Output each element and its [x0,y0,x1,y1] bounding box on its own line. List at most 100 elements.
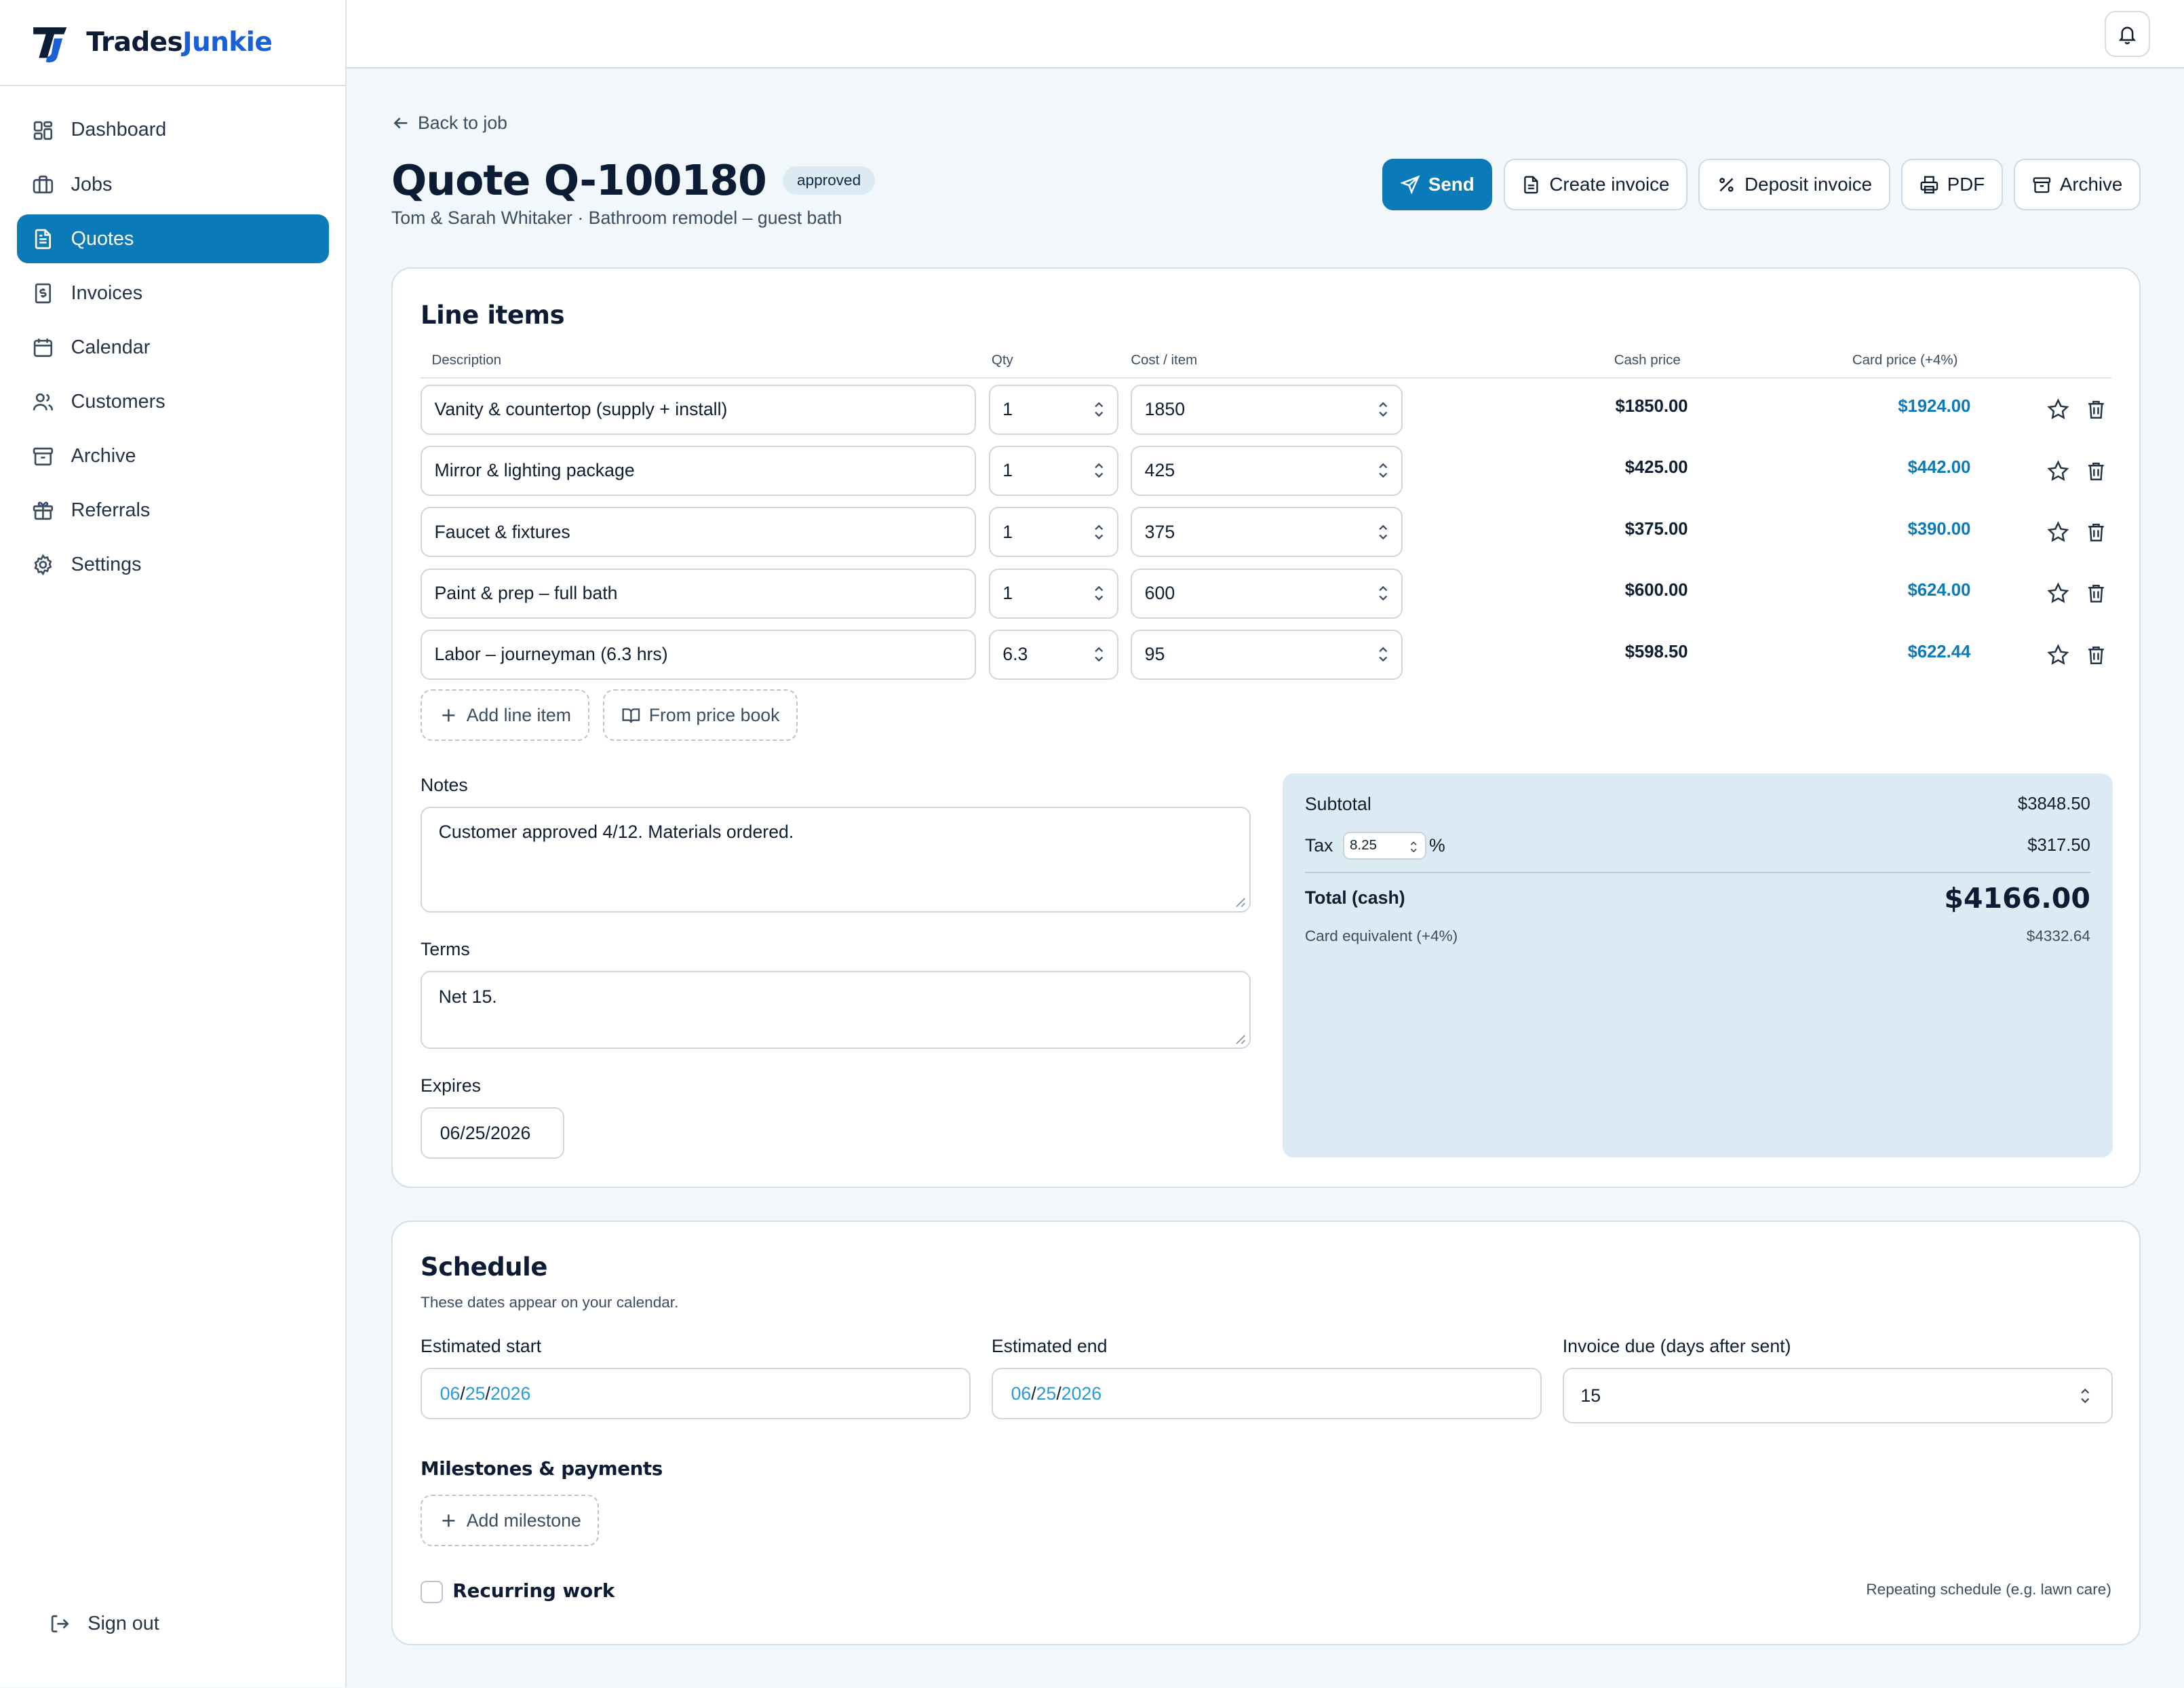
star-icon[interactable] [2047,521,2069,543]
cost-input[interactable]: 600 [1131,568,1403,619]
qty-input[interactable]: 1 [988,568,1118,619]
trash-icon[interactable] [2085,644,2107,666]
sidebar-item-invoices[interactable]: Invoices [17,269,329,318]
bell-icon [2118,26,2137,45]
spinner-icon [1378,463,1387,478]
from-price-book-button[interactable]: From price book [603,689,798,742]
sidebar-item-label: Invoices [71,282,143,304]
sidebar-item-label: Archive [71,444,136,467]
trash-icon[interactable] [2085,582,2107,605]
sidebar-item-dashboard[interactable]: Dashboard [17,106,329,155]
plus-icon [442,1514,455,1527]
qty-value: 1 [1002,583,1013,604]
notes-textarea[interactable]: Customer approved 4/12. Materials ordere… [421,806,1251,913]
action-toolbar: Send Create invoice Deposit invoice PDF … [1382,159,2141,211]
cost-input[interactable]: 375 [1131,507,1403,558]
add-line-label: Add line item [466,704,571,725]
sidebar-item-label: Referrals [71,499,151,521]
trash-icon[interactable] [2085,521,2107,543]
brand[interactable]: TradesJunkie [0,0,346,87]
deposit-invoice-button[interactable]: Deposit invoice [1698,159,1890,211]
expires-date-input[interactable]: 06/25/2026 [421,1107,564,1159]
qty-input[interactable]: 6.3 [988,630,1118,680]
back-to-job-link[interactable]: Back to job [391,113,507,134]
sidebar-item-referrals[interactable]: Referrals [17,486,329,535]
sign-out-button[interactable]: Sign out [33,1599,347,1648]
spinner-icon [1378,402,1387,417]
grid-icon [33,121,53,140]
estimated-start-input[interactable]: 06/25/2026 [421,1368,971,1420]
pdf-button[interactable]: PDF [1901,159,2003,211]
sidebar-item-label: Calendar [71,336,151,358]
add-milestone-button[interactable]: Add milestone [421,1495,600,1547]
resize-handle-icon[interactable] [1235,897,1246,908]
spinner-icon [1095,524,1103,540]
back-label: Back to job [417,113,507,134]
star-icon[interactable] [2047,459,2069,482]
qty-value: 1 [1002,460,1013,481]
qty-input[interactable]: 1 [988,445,1118,496]
description-input[interactable]: Mirror & lighting package [421,445,977,496]
spinner-icon [1095,647,1103,662]
add-line-item-button[interactable]: Add line item [421,689,589,742]
price-book-label: From price book [648,704,780,725]
total-row: Total (cash) $4166.00 [1305,882,2090,915]
date-month: 06 [1011,1383,1032,1404]
qty-input[interactable]: 1 [988,384,1118,435]
sidebar-item-settings[interactable]: Settings [17,541,329,590]
sidebar-item-label: Customers [71,390,165,413]
arrow-left-icon [393,117,408,129]
sidebar-item-customers[interactable]: Customers [17,377,329,426]
spinner-icon [1411,841,1417,853]
estimated-end-input[interactable]: 06/25/2026 [991,1368,1542,1420]
cost-input[interactable]: 95 [1131,630,1403,680]
cash-price: $375.00 [1624,519,1688,539]
title-row: Quote Q-100180 approved [391,156,875,205]
description-input[interactable]: Faucet & fixtures [421,507,977,558]
description-input[interactable]: Vanity & countertop (supply + install) [421,384,977,435]
card-equivalent-value: $4332.64 [2026,927,2090,945]
star-icon[interactable] [2047,643,2069,666]
cash-price: $600.00 [1624,581,1688,600]
col-card-price: Card price (+4%) [1852,352,1958,368]
sidebar-item-quotes[interactable]: Quotes [16,214,329,264]
create-invoice-label: Create invoice [1549,174,1670,195]
star-icon[interactable] [2047,398,2069,421]
archive-button[interactable]: Archive [2014,159,2141,211]
col-cost: Cost / item [1131,352,1198,368]
date-month: 06 [440,1122,461,1143]
recurring-checkbox[interactable] [421,1581,443,1604]
date-year: 2026 [490,1383,531,1404]
spinner-icon [2080,1388,2089,1404]
cost-input[interactable]: 1850 [1131,384,1403,435]
star-icon[interactable] [2047,582,2069,605]
qty-value: 6.3 [1002,644,1028,665]
description-input[interactable]: Labor – journeyman (6.3 hrs) [421,630,977,680]
sidebar-item-jobs[interactable]: Jobs [17,160,329,209]
notifications-button[interactable] [2104,11,2151,58]
terms-textarea[interactable]: Net 15. [421,971,1251,1050]
qty-input[interactable]: 1 [988,507,1118,558]
resize-handle-icon[interactable] [1235,1034,1246,1045]
line-items-card: Line items Description Qty Cost / item C… [391,267,2141,1189]
cost-input[interactable]: 425 [1131,445,1403,496]
schedule-card: Schedule These dates appear on your cale… [391,1220,2141,1645]
trash-icon[interactable] [2085,398,2107,421]
sidebar-item-calendar[interactable]: Calendar [17,323,329,372]
description-input[interactable]: Paint & prep – full bath [421,568,977,619]
send-button[interactable]: Send [1382,159,1493,211]
notes-label: Notes [421,774,468,795]
tax-rate-value: 8.25 [1349,837,1377,853]
sidebar-item-archive[interactable]: Archive [17,431,329,480]
invoice-due-input[interactable]: 15 [1562,1368,2113,1424]
date-day: 25 [465,1122,486,1143]
create-invoice-button[interactable]: Create invoice [1503,159,1688,211]
cost-value: 95 [1144,644,1165,665]
sidebar-item-label: Settings [71,553,142,575]
users-icon [33,393,54,410]
date-day: 25 [465,1383,486,1404]
cash-price: $1850.00 [1615,397,1688,417]
tax-rate-input[interactable]: 8.25 [1342,831,1426,860]
trash-icon[interactable] [2085,460,2107,482]
totals-summary: Subtotal $3848.50 Tax 8.25 % $317.50 Tot… [1283,773,2113,1158]
